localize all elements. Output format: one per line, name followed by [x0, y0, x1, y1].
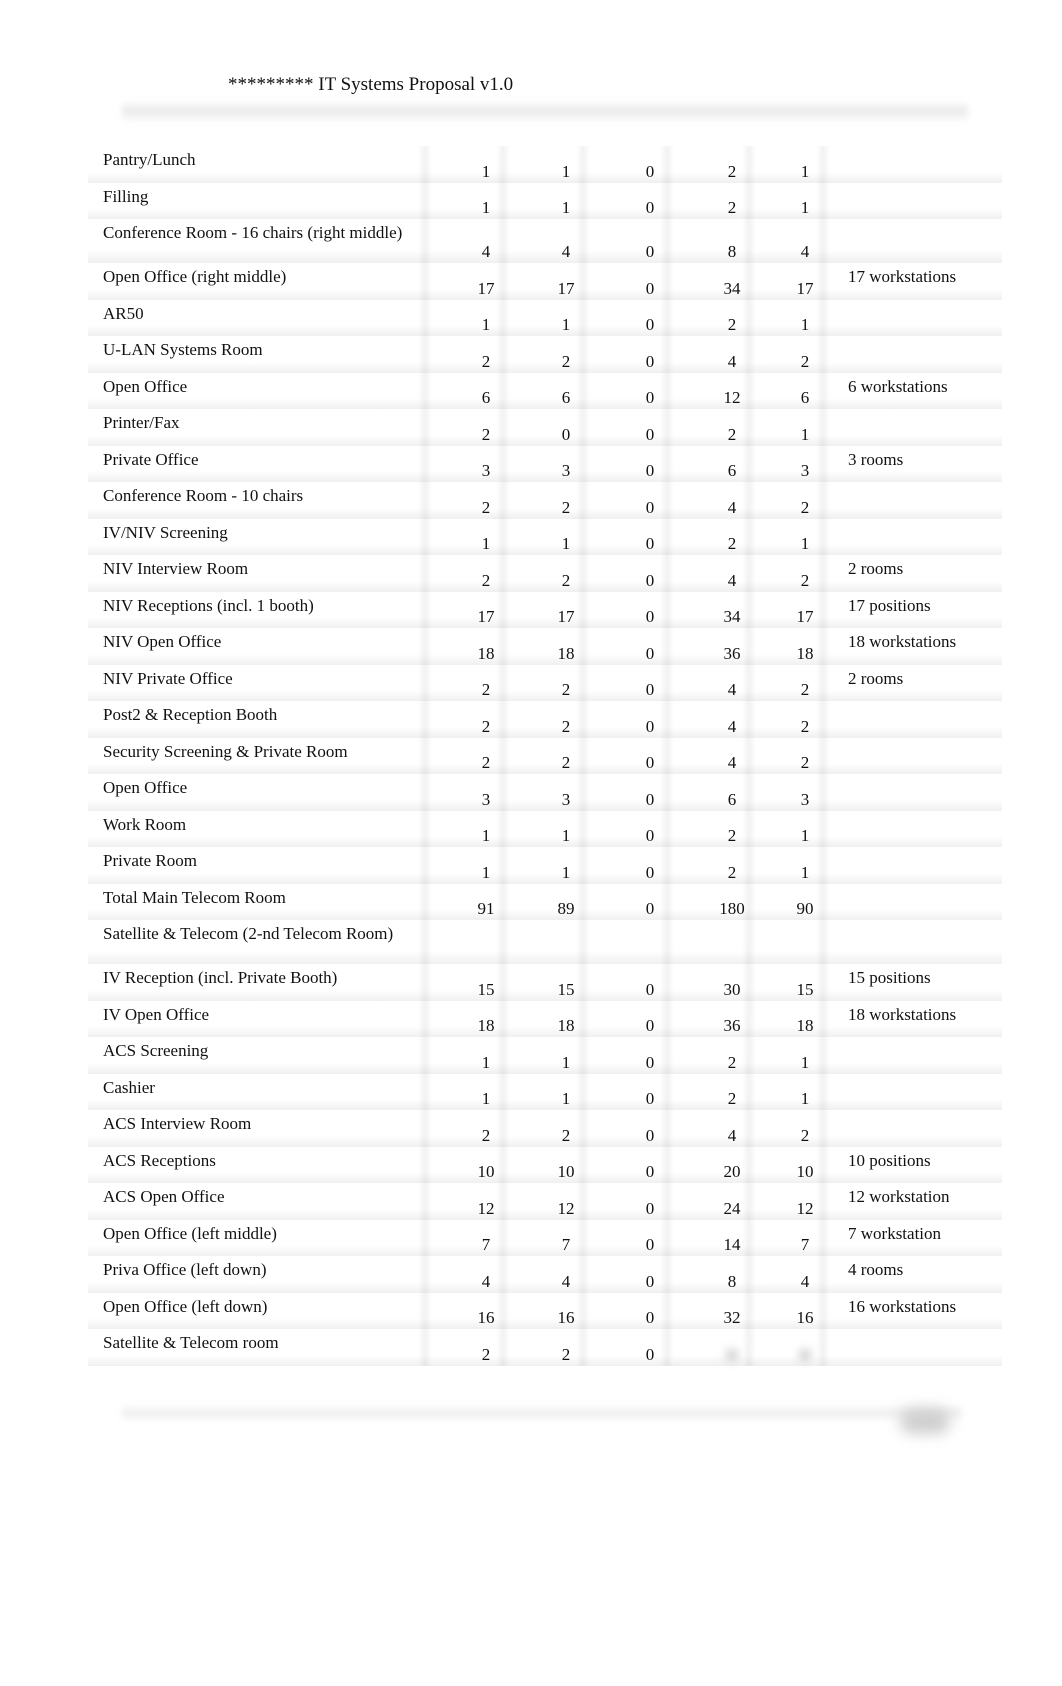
row-note: 18 workstations	[848, 1004, 957, 1024]
table-row: Security Screening & Private Room 2 2 0 4 2	[88, 737, 1002, 774]
page-number-redacted	[900, 1408, 950, 1434]
room-name: ACS Receptions	[103, 1150, 216, 1170]
row-note: 15 positions	[848, 968, 931, 987]
room-name: Open Office	[103, 376, 188, 396]
table-row: Open Office 3 3 0 6 3	[88, 774, 1002, 811]
room-name: NIV Private Office	[103, 668, 233, 688]
table-row: Work Room 1 1 0 2 1	[88, 810, 1002, 847]
row-note: 4 rooms	[848, 1260, 904, 1279]
table-row: IV Open Office 18 18 0 36 18 18 workstations	[88, 1000, 1002, 1037]
room-name: Filling	[103, 186, 149, 206]
table-row: Open Office (left middle) 7 7 0 14 7 7 worksta…	[88, 1219, 1002, 1256]
room-name: Open Office (right middle)	[103, 267, 287, 286]
footer-divider	[122, 1404, 962, 1422]
room-name: Pantry/Lunch	[103, 150, 196, 169]
table-row: NIV Interview Room 2 2 0 4 2 2 rooms	[88, 555, 1002, 592]
room-name: NIV Open Office	[103, 632, 222, 651]
table-row: Open Office (right middle) 17 17 0 34 17 17 wo…	[88, 263, 1002, 300]
row-note: 6 workstations	[848, 376, 948, 396]
room-name: Satellite & Telecom room	[103, 1333, 279, 1352]
room-name: Open Office (left middle)	[103, 1223, 277, 1243]
table-row: Satellite & Telecom room 2 2 0 ■ ■	[88, 1329, 1002, 1366]
row-note: 2 rooms	[848, 559, 904, 578]
room-name: IV Reception (incl. Private Booth)	[103, 968, 338, 987]
room-name: Post2 & Reception Booth	[103, 705, 278, 724]
row-note: 10 positions	[848, 1150, 931, 1170]
table-row: Conference Room - 16 chairs (right middl…	[88, 219, 1002, 263]
row-note: 2 rooms	[848, 668, 904, 688]
table-row: Private Room 1 1 0 2 1	[88, 847, 1002, 884]
table-row: ACS Receptions 10 10 0 20 10 10 positions	[88, 1146, 1002, 1183]
room-name: Open Office (left down)	[103, 1296, 268, 1316]
document-title: ********* IT Systems Proposal v1.0	[228, 74, 514, 95]
table-row: Cashier 1 1 0 2 1	[88, 1073, 1002, 1110]
room-name: NIV Interview Room	[103, 559, 249, 578]
room-name: Open Office	[103, 778, 188, 797]
row-note: 16 workstations	[848, 1296, 957, 1316]
room-name: IV/NIV Screening	[103, 522, 228, 542]
room-name: IV Open Office	[103, 1004, 210, 1024]
row-note: 17 positions	[848, 595, 931, 615]
column-divider	[816, 146, 830, 1366]
table-row: Conference Room - 10 chairs 2 2 0 4 2	[88, 482, 1002, 519]
room-name: Priva Office (left down)	[103, 1260, 267, 1279]
row-note: 17 workstations	[848, 267, 957, 286]
room-name: Private Room	[103, 851, 197, 870]
room-name: U-LAN Systems Room	[103, 340, 263, 359]
room-name: Total Main Telecom Room	[103, 887, 286, 907]
table-row: AR50 1 1 0 2 1	[88, 299, 1002, 336]
table-row: NIV Receptions (incl. 1 booth) 17 17 0 34 17 1…	[88, 591, 1002, 628]
column-divider	[576, 146, 590, 1366]
room-name: NIV Receptions (incl. 1 booth)	[103, 595, 314, 615]
column-divider	[418, 146, 432, 1366]
table-row: IV Reception (incl. Private Booth) 15 15 0 3…	[88, 964, 1002, 1001]
table-row: Open Office 6 6 0 12 6 6 workstations	[88, 372, 1002, 409]
header-divider	[122, 100, 968, 122]
table-row: Private Office 3 3 0 6 3 3 rooms	[88, 445, 1002, 482]
room-name: AR50	[103, 303, 144, 323]
room-name: Printer/Fax	[103, 413, 180, 432]
room-name: ACS Open Office	[103, 1187, 225, 1206]
equipment-table: Pantry/Lunch 1 1 0 2 1 Filling 1 1 0 2 1 Conference …	[88, 146, 1002, 1366]
room-name: ACS Interview Room	[103, 1114, 252, 1133]
row-note: 3 rooms	[848, 449, 904, 469]
column-divider	[742, 146, 756, 1366]
room-name: Security Screening & Private Room	[103, 741, 348, 761]
room-name: Satellite & Telecom (2-nd Telecom Room)	[103, 924, 394, 943]
room-name: Private Office	[103, 449, 199, 469]
table-row: Priva Office (left down) 4 4 0 8 4 4 rooms	[88, 1256, 1002, 1293]
room-name: ACS Screening	[103, 1041, 209, 1060]
table-row: Printer/Fax 2 0 0 2 1	[88, 409, 1002, 446]
table-row: Pantry/Lunch 1 1 0 2 1	[88, 146, 1002, 183]
table-row: ACS Open Office 12 12 0 24 12 12 workstation	[88, 1183, 1002, 1220]
room-name: Cashier	[103, 1077, 155, 1097]
row-note: 7 workstation	[848, 1223, 942, 1243]
table-row: IV/NIV Screening 1 1 0 2 1	[88, 518, 1002, 555]
column-divider	[496, 146, 510, 1366]
row-note: 18 workstations	[848, 632, 957, 651]
table-row: U-LAN Systems Room 2 2 0 4 2	[88, 336, 1002, 373]
column-divider	[660, 146, 674, 1366]
room-name: Work Room	[103, 814, 187, 834]
table-row: Total Main Telecom Room 91 89 0 180 90	[88, 883, 1002, 920]
table-row: Post2 & Reception Booth 2 2 0 4 2	[88, 701, 1002, 738]
room-name: Conference Room - 16 chairs (right middl…	[103, 223, 403, 242]
table-row: ACS Interview Room 2 2 0 4 2	[88, 1110, 1002, 1147]
table-row: Filling 1 1 0 2 1	[88, 182, 1002, 219]
table-row: Open Office (left down) 16 16 0 32 16 16 works…	[88, 1292, 1002, 1329]
table-row: NIV Private Office 2 2 0 4 2 2 rooms	[88, 664, 1002, 701]
table-row: ACS Screening 1 1 0 2 1	[88, 1037, 1002, 1074]
room-name: Conference Room - 10 chairs	[103, 486, 304, 505]
table-row: NIV Open Office 18 18 0 36 18 18 workstations	[88, 628, 1002, 665]
row-note: 12 workstation	[848, 1187, 950, 1206]
table-row: Satellite & Telecom (2-nd Telecom Room)	[88, 920, 1002, 964]
